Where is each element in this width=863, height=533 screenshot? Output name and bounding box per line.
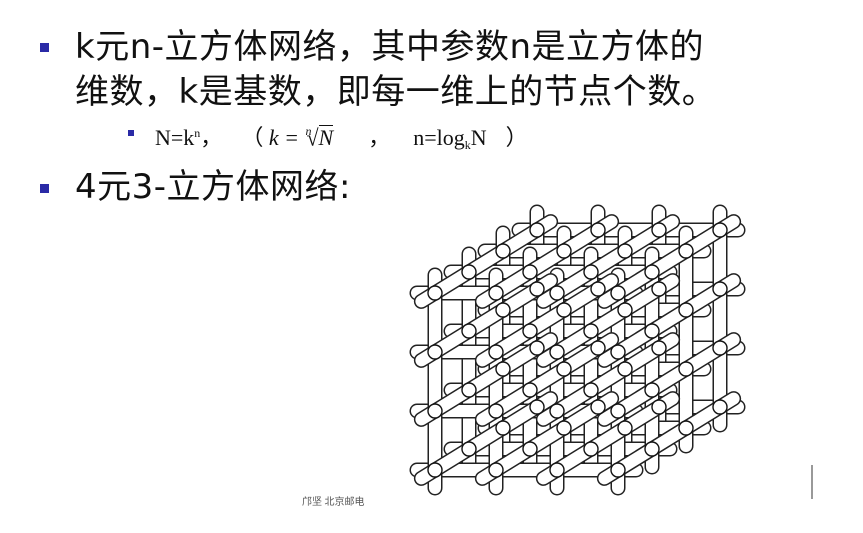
sub-bullet-square-icon — [128, 130, 134, 136]
network-node — [617, 361, 633, 377]
network-node — [522, 323, 538, 339]
formula-root-radicand: N — [318, 125, 334, 150]
network-node — [522, 382, 538, 398]
network-node — [651, 281, 667, 297]
network-node — [461, 382, 477, 398]
network-node — [651, 399, 667, 415]
formula-open-paren: （ — [241, 125, 264, 150]
bullet-square-icon — [40, 43, 49, 52]
network-node — [712, 281, 728, 297]
network-node — [583, 382, 599, 398]
network-node — [522, 264, 538, 280]
network-node — [556, 361, 572, 377]
network-node — [610, 344, 626, 360]
network-node — [678, 302, 694, 318]
network-node — [712, 222, 728, 238]
network-node — [556, 243, 572, 259]
network-node — [488, 403, 504, 419]
network-node — [549, 403, 565, 419]
network-node — [590, 222, 606, 238]
network-node — [495, 361, 511, 377]
network-node — [495, 420, 511, 436]
bullet-square-icon — [40, 184, 49, 193]
network-node — [644, 323, 660, 339]
network-node — [529, 222, 545, 238]
scan-artifact-mark — [811, 465, 813, 499]
network-node — [583, 441, 599, 457]
network-node — [488, 344, 504, 360]
network-node — [651, 222, 667, 238]
network-node — [427, 462, 443, 478]
network-node — [617, 302, 633, 318]
network-node — [529, 340, 545, 356]
network-node — [556, 420, 572, 436]
bullet-square-shape — [40, 184, 49, 193]
radical-sign-icon: √ — [306, 124, 319, 151]
bullet-square-shape — [40, 43, 49, 52]
network-node — [678, 361, 694, 377]
network-node — [590, 281, 606, 297]
network-node — [522, 441, 538, 457]
network-node — [427, 344, 443, 360]
network-node — [556, 302, 572, 318]
network-node — [590, 399, 606, 415]
network-node — [549, 462, 565, 478]
network-node — [529, 281, 545, 297]
bullet-line-3: 4元3-立方体网络: — [75, 167, 351, 207]
network-node — [549, 344, 565, 360]
network-node — [461, 264, 477, 280]
network-node — [610, 285, 626, 301]
formula-comma-1: ， — [200, 125, 223, 150]
network-node — [583, 264, 599, 280]
formula-comma-2: ， — [368, 125, 391, 150]
network-node — [678, 420, 694, 436]
network-node — [644, 441, 660, 457]
network-node — [427, 403, 443, 419]
network-node — [651, 340, 667, 356]
network-node — [529, 399, 545, 415]
network-node — [427, 285, 443, 301]
formula-root: n √N — [305, 124, 334, 151]
network-node — [712, 340, 728, 356]
network-node — [610, 462, 626, 478]
formula-k-equals: k = — [268, 125, 299, 150]
network-node — [495, 302, 511, 318]
network-node — [495, 243, 511, 259]
network-node — [678, 243, 694, 259]
footer-credit: 邝坚 北京邮电 — [302, 497, 365, 508]
network-node — [644, 264, 660, 280]
network-node — [549, 285, 565, 301]
network-node — [461, 441, 477, 457]
sub-bullet-square-shape — [128, 130, 134, 136]
network-node — [617, 243, 633, 259]
network-node — [583, 323, 599, 339]
network-node — [488, 285, 504, 301]
formula-n-equals: N=k — [155, 125, 195, 150]
bullet-line-2: 维数，k是基数，即每一维上的节点个数。 — [75, 72, 717, 112]
network-node — [610, 403, 626, 419]
k-ary-n-cube-network-diagram — [409, 204, 746, 496]
network-node — [590, 340, 606, 356]
network-node — [617, 420, 633, 436]
network-node — [488, 462, 504, 478]
bullet-line-1: k元n-立方体网络，其中参数n是立方体的 — [75, 27, 705, 67]
network-node — [461, 323, 477, 339]
network-node — [644, 382, 660, 398]
network-node — [712, 399, 728, 415]
